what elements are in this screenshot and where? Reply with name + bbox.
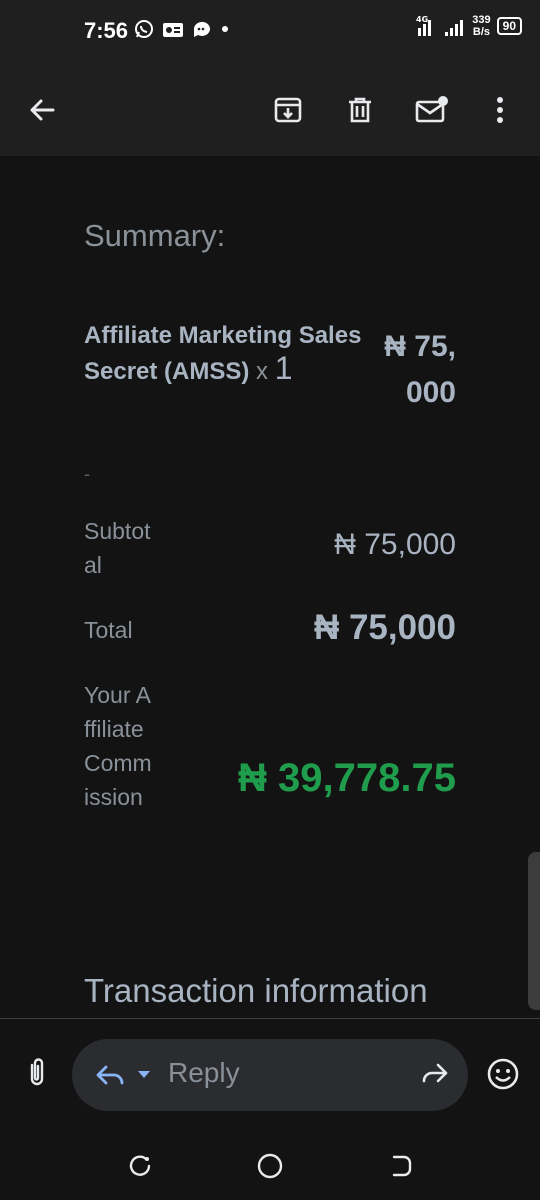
total-value: ₦ 75,000 bbox=[313, 608, 456, 647]
home-circle-icon bbox=[257, 1153, 283, 1179]
battery-indicator: 90 bbox=[496, 17, 522, 35]
email-body: Summary: Affiliate Marketing Sales Secre… bbox=[0, 156, 540, 1018]
signal-bars-icon bbox=[445, 20, 464, 36]
dot-icon bbox=[222, 26, 228, 32]
commission-value: ₦ 39,778.75 bbox=[238, 756, 456, 800]
back-button[interactable] bbox=[24, 92, 60, 128]
system-icons: 4G 339 B/s 90 bbox=[416, 14, 522, 38]
arrow-left-icon bbox=[30, 99, 55, 121]
quantity-value: 1 bbox=[274, 350, 293, 386]
email-toolbar bbox=[0, 62, 540, 156]
scroll-handle[interactable] bbox=[528, 852, 540, 1010]
status-time: 7:56 bbox=[84, 18, 129, 43]
commission-label: Your Affiliate Commission bbox=[84, 682, 152, 810]
chevron-down-icon[interactable] bbox=[136, 1069, 152, 1081]
system-nav-bar bbox=[0, 1129, 540, 1199]
whatsapp-icon bbox=[135, 20, 153, 38]
reply-icon[interactable] bbox=[94, 1061, 126, 1089]
network-speed-value: 339 bbox=[472, 14, 491, 26]
recents-icon bbox=[129, 1155, 151, 1176]
recents-button[interactable] bbox=[124, 1151, 154, 1181]
back-nav-button[interactable] bbox=[386, 1151, 416, 1181]
separator-dash: - bbox=[84, 464, 90, 484]
archive-button[interactable] bbox=[270, 92, 306, 128]
mark-unread-icon bbox=[415, 96, 448, 123]
radio-icon bbox=[163, 23, 183, 37]
status-bar: 7:56 4G 339 B/s 90 bbox=[0, 0, 540, 62]
paperclip-icon bbox=[30, 1058, 44, 1086]
summary-title: Summary: bbox=[84, 218, 226, 253]
reply-field[interactable]: Reply bbox=[72, 1039, 468, 1111]
bottom-bar: Reply bbox=[0, 1019, 540, 1200]
subtotal-label: Subtotal bbox=[84, 518, 151, 578]
chat-icon bbox=[193, 21, 210, 37]
network-speed: 339 B/s bbox=[472, 14, 490, 38]
transaction-heading: Transaction information bbox=[84, 972, 428, 1009]
product-line: Affiliate Marketing Sales Secret (AMSS) … bbox=[84, 320, 384, 388]
attach-button[interactable] bbox=[22, 1057, 52, 1087]
signal-4g-icon: 4G bbox=[416, 15, 432, 36]
emoji-icon bbox=[487, 1058, 519, 1090]
mark-unread-button[interactable] bbox=[414, 92, 450, 128]
more-options-button[interactable] bbox=[482, 92, 518, 128]
delete-button[interactable] bbox=[342, 92, 378, 128]
reply-placeholder: Reply bbox=[168, 1057, 240, 1088]
archive-icon bbox=[274, 97, 302, 123]
emoji-button[interactable] bbox=[486, 1057, 520, 1091]
subtotal-value: ₦ 75,000 bbox=[334, 528, 456, 561]
back-nav-icon bbox=[392, 1155, 412, 1177]
home-button[interactable] bbox=[255, 1151, 285, 1181]
trash-icon bbox=[349, 97, 371, 123]
notification-icons bbox=[134, 19, 230, 39]
forward-icon[interactable] bbox=[420, 1061, 450, 1087]
svg-text:4G: 4G bbox=[416, 15, 428, 24]
product-price: ₦ 75,000 bbox=[384, 330, 456, 409]
network-speed-unit: B/s bbox=[472, 26, 491, 38]
total-label: Total bbox=[84, 617, 133, 643]
product-name: Affiliate Marketing Sales Secret (AMSS) bbox=[84, 322, 362, 385]
more-vert-icon bbox=[497, 97, 503, 123]
quantity-prefix: x bbox=[256, 358, 269, 385]
